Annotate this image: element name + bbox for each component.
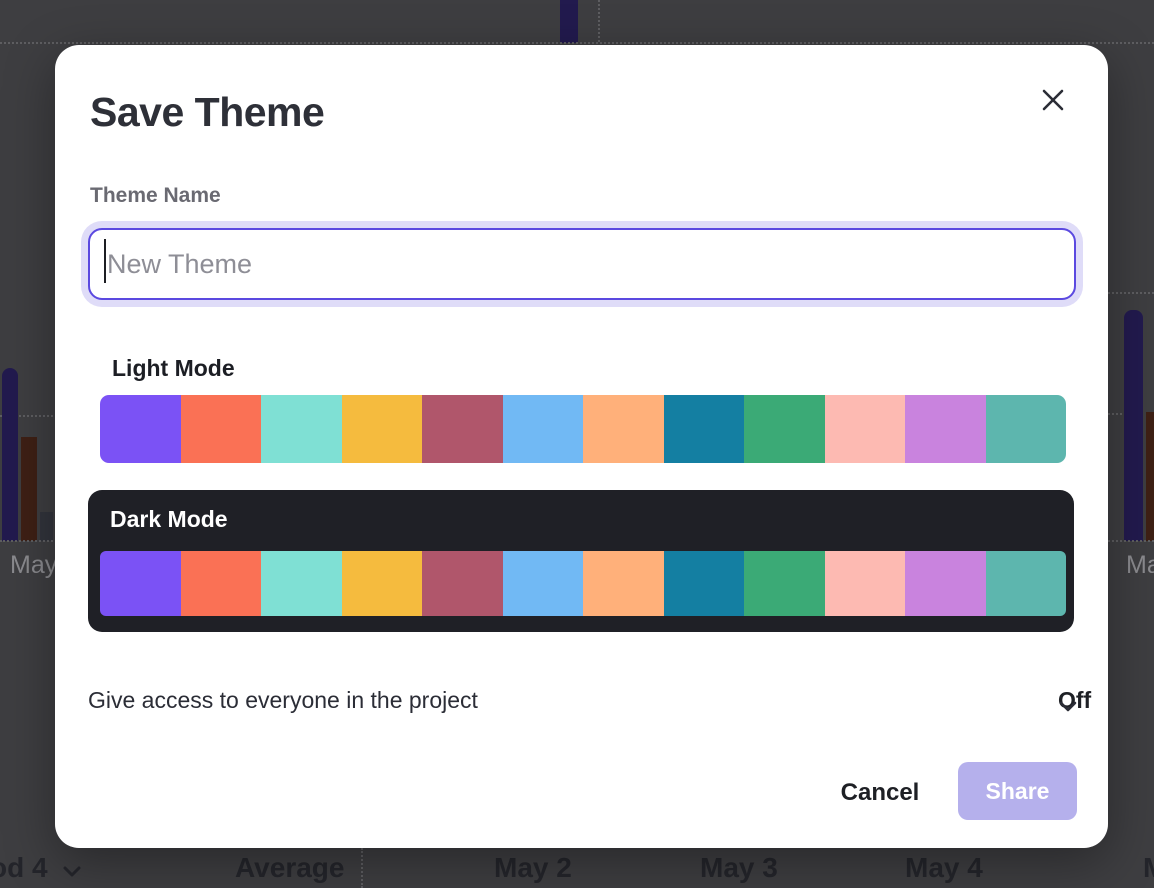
close-icon[interactable] — [1036, 84, 1070, 118]
text-caret — [104, 239, 106, 283]
light-mode-palette[interactable] — [100, 395, 1066, 463]
palette-swatch — [744, 551, 825, 616]
chart-bar — [2, 368, 18, 541]
access-label: Give access to everyone in the project — [88, 687, 478, 714]
period-selector-label: od 4 — [0, 852, 48, 883]
palette-swatch — [583, 395, 664, 463]
tab-separator — [361, 848, 363, 888]
palette-swatch — [261, 395, 342, 463]
tab-partial-right: M — [1143, 852, 1154, 884]
palette-swatch — [422, 551, 503, 616]
palette-swatch — [744, 395, 825, 463]
chart-bar — [40, 512, 53, 541]
palette-swatch — [664, 395, 745, 463]
light-mode-label: Light Mode — [112, 355, 235, 382]
grid-separator — [598, 0, 600, 42]
tab-may-4[interactable]: May 4 — [905, 852, 983, 884]
chart-bar — [1124, 310, 1143, 541]
palette-swatch — [181, 551, 262, 616]
period-selector[interactable]: od 4 — [0, 852, 82, 886]
chart-gridline — [1108, 413, 1122, 415]
tab-may-2[interactable]: May 2 — [494, 852, 572, 884]
palette-swatch — [342, 395, 423, 463]
chart-gridline — [0, 42, 1154, 44]
palette-swatch — [825, 551, 906, 616]
palette-swatch — [100, 395, 181, 463]
chart-bar — [1146, 412, 1154, 541]
chart-gridline — [1108, 292, 1154, 294]
palette-swatch — [905, 395, 986, 463]
palette-swatch — [986, 551, 1067, 616]
chevron-down-icon — [62, 854, 82, 886]
x-axis-label-right: Ma — [1126, 551, 1154, 580]
dark-mode-label: Dark Mode — [110, 506, 228, 533]
palette-swatch — [986, 395, 1067, 463]
palette-swatch — [261, 551, 342, 616]
dark-mode-card: Dark Mode — [88, 490, 1074, 632]
palette-swatch — [503, 551, 584, 616]
palette-swatch — [825, 395, 906, 463]
chart-baseline — [1108, 540, 1154, 542]
palette-swatch — [181, 395, 262, 463]
palette-swatch — [422, 395, 503, 463]
palette-swatch — [100, 551, 181, 616]
share-button[interactable]: Share — [958, 762, 1077, 820]
cancel-button[interactable]: Cancel — [815, 775, 945, 811]
tab-may-3[interactable]: May 3 — [700, 852, 778, 884]
palette-swatch — [342, 551, 423, 616]
x-axis-label-left: May — [10, 551, 57, 580]
palette-swatch — [503, 395, 584, 463]
palette-swatch — [905, 551, 986, 616]
access-row: Give access to everyone in the project O… — [88, 680, 1058, 720]
chart-bar — [560, 0, 578, 43]
dialog-title: Save Theme — [90, 89, 324, 136]
palette-swatch — [664, 551, 745, 616]
chart-baseline — [0, 540, 57, 542]
dark-mode-palette[interactable] — [100, 551, 1066, 616]
theme-name-label: Theme Name — [90, 184, 221, 208]
tab-average[interactable]: Average — [235, 852, 344, 884]
theme-name-input[interactable] — [88, 228, 1076, 300]
save-theme-dialog: Save Theme Theme Name Light Mode Dark Mo… — [55, 45, 1108, 848]
palette-swatch — [583, 551, 664, 616]
chart-bar — [21, 437, 37, 541]
